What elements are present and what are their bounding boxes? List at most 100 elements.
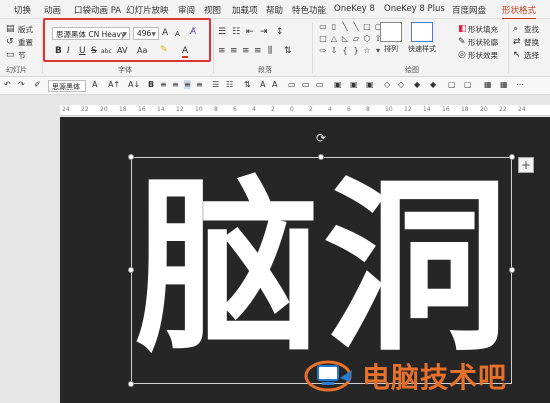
mini-shape-icon[interactable]: ▢	[448, 80, 456, 89]
tab-review[interactable]: 审阅	[178, 4, 195, 16]
format-painter-icon[interactable]: ✐	[34, 80, 41, 89]
increase-indent-icon[interactable]: ⇥	[260, 27, 268, 37]
mini-shape-icon[interactable]: ▭	[288, 80, 296, 89]
star-shape-icon[interactable]: ☆	[362, 46, 372, 55]
tab-animations[interactable]: 动画	[44, 4, 61, 16]
replace-icon[interactable]: ⇄	[513, 37, 521, 47]
rectangle-shape-icon[interactable]: □	[362, 22, 372, 31]
mini-align-active-icon[interactable]: ≡	[184, 80, 191, 89]
reset-icon[interactable]: ↺	[6, 37, 14, 47]
redo-icon[interactable]: ↷	[18, 80, 25, 89]
select-icon[interactable]: ↖	[513, 50, 521, 60]
mini-more-icon[interactable]: ⋯	[516, 80, 524, 89]
mini-direction-icon[interactable]: ⇅	[244, 80, 251, 89]
tab-special[interactable]: 特色功能	[292, 4, 326, 16]
tab-transitions[interactable]: 切换	[14, 4, 31, 16]
mini-grow-icon[interactable]: A↑	[108, 80, 120, 89]
layout-button[interactable]: 版式	[18, 24, 33, 35]
tab-help[interactable]: 帮助	[266, 4, 283, 16]
resize-handle-right[interactable]	[509, 267, 515, 273]
tab-view[interactable]: 视图	[204, 4, 221, 16]
mini-shrink-icon[interactable]: A↓	[128, 80, 140, 89]
replace-button[interactable]: 替换	[524, 37, 539, 48]
align-right-icon[interactable]: ≡	[242, 46, 250, 56]
section-icon[interactable]: ▭	[6, 50, 15, 60]
mini-arrange-icon[interactable]: ▣	[350, 80, 358, 89]
triangle-shape-icon[interactable]: ◺	[340, 34, 350, 43]
tab-addins[interactable]: 加载项	[232, 4, 258, 16]
brace-shape-icon[interactable]: }	[351, 46, 361, 55]
arrow-shape-icon[interactable]: ⇨	[318, 46, 328, 55]
selection-box[interactable]	[131, 157, 512, 384]
fill-bucket-icon[interactable]: ◧	[458, 24, 467, 34]
find-icon[interactable]: ⌕	[513, 24, 518, 34]
decrease-indent-icon[interactable]: ⇤	[246, 27, 254, 37]
triangle-shape-icon[interactable]: △	[329, 34, 339, 43]
line-spacing-icon[interactable]: ↕	[276, 27, 284, 37]
mini-shape-icon[interactable]: ▢	[464, 80, 472, 89]
mini-shape-icon[interactable]: ▦	[500, 80, 508, 89]
mini-shape-icon[interactable]: ◆	[414, 80, 420, 89]
mini-shape-icon[interactable]: ▦	[484, 80, 492, 89]
mini-arrange-icon[interactable]: ▣	[334, 80, 342, 89]
select-button[interactable]: 选择	[524, 50, 539, 61]
line-shape-icon[interactable]: ╲	[351, 22, 361, 31]
layout-icon[interactable]: ▤	[6, 24, 15, 34]
mini-align-icon[interactable]: ≡	[160, 80, 167, 89]
mini-shape-icon[interactable]: ◇	[398, 80, 404, 89]
line-shape-icon[interactable]: ╲	[340, 22, 350, 31]
mini-font-size-icon[interactable]: A	[92, 80, 97, 89]
arrow-shape-icon[interactable]: ⇩	[329, 46, 339, 55]
brace-shape-icon[interactable]: {	[340, 46, 350, 55]
mini-arrange-icon[interactable]: ▣	[366, 80, 374, 89]
rotate-handle-icon[interactable]: ⟳	[316, 131, 326, 145]
columns-icon[interactable]: ⫼	[268, 46, 272, 56]
arrange-button[interactable]: 排列	[380, 22, 402, 54]
mini-font-combo[interactable]: 思源黑体	[48, 80, 86, 92]
mini-text-icon[interactable]: A	[272, 80, 277, 89]
mini-bold-icon[interactable]: B	[148, 80, 154, 89]
rectangle-shape-icon[interactable]: ▱	[351, 34, 361, 43]
mini-shape-icon[interactable]: ◇	[384, 80, 390, 89]
mini-align-icon[interactable]: ≡	[172, 80, 179, 89]
section-button[interactable]: 节	[18, 50, 26, 61]
effects-icon[interactable]: ◎	[458, 50, 466, 60]
layout-options-button[interactable]: +	[518, 157, 534, 173]
shape-fill-button[interactable]: 形状填充	[468, 24, 498, 35]
mini-align-icon[interactable]: ≡	[196, 80, 203, 89]
resize-handle-top-left[interactable]	[128, 154, 134, 160]
outline-pen-icon[interactable]: ✎	[458, 37, 466, 47]
resize-handle-top-right[interactable]	[509, 154, 515, 160]
resize-handle-left[interactable]	[128, 267, 134, 273]
resize-handle-top[interactable]	[318, 154, 324, 160]
tab-slideshow[interactable]: 幻灯片放映	[126, 4, 169, 16]
quick-styles-button[interactable]: 快速样式	[408, 22, 436, 54]
align-center-icon[interactable]: ≡	[230, 46, 238, 56]
mini-shape-icon[interactable]: ◆	[430, 80, 436, 89]
tab-pocket-animation[interactable]: 口袋动画 PA	[74, 4, 121, 16]
resize-handle-bottom-left[interactable]	[128, 381, 134, 387]
text-direction-icon[interactable]: ⇅	[284, 46, 292, 56]
tab-baidu[interactable]: 百度网盘	[452, 4, 486, 16]
tab-onekey8[interactable]: OneKey 8	[334, 4, 375, 14]
hexagon-shape-icon[interactable]: ⬡	[362, 34, 372, 43]
bullets-icon[interactable]: ☰	[218, 27, 226, 37]
tab-onekey8-plus[interactable]: OneKey 8 Plus	[384, 4, 445, 14]
shape-outline-button[interactable]: 形状轮廓	[468, 37, 498, 48]
mini-list-icon[interactable]: ☰	[212, 80, 219, 89]
shapes-gallery[interactable]: ▭ ▯ ╲ ╲ □ ○ □ △ ◺ ▱ ⬡ ⇧ ⇨ ⇩ { } ☆ ▾	[318, 22, 381, 62]
mini-text-icon[interactable]: A	[260, 80, 265, 89]
justify-icon[interactable]: ≡	[254, 46, 262, 56]
text-box-shape-icon[interactable]: ▭	[318, 22, 328, 31]
rectangle-shape-icon[interactable]: □	[318, 34, 328, 43]
shape-effects-button[interactable]: 形状效果	[468, 50, 498, 61]
align-left-icon[interactable]: ≡	[218, 46, 226, 56]
numbering-icon[interactable]: ☷	[232, 27, 240, 37]
mini-shape-icon[interactable]: ▭	[302, 80, 310, 89]
text-box-vertical-icon[interactable]: ▯	[329, 22, 339, 31]
find-button[interactable]: 查找	[524, 24, 539, 35]
mini-list-icon[interactable]: ☷	[226, 80, 233, 89]
tab-shape-format[interactable]: 形状格式	[502, 4, 537, 20]
reset-button[interactable]: 重置	[18, 37, 33, 48]
mini-shape-icon[interactable]: ▭	[316, 80, 324, 89]
